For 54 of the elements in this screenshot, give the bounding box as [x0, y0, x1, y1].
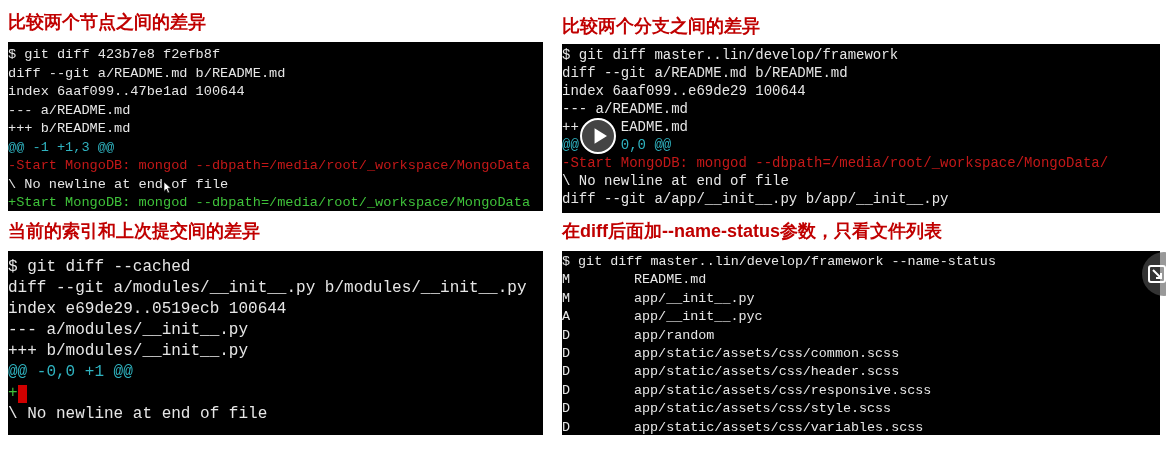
- terminal-line: -Start MongoDB: mongod --dbpath=/media/root/_workspace/MongoData/: [562, 154, 1109, 172]
- file-path: app/__init__.py: [634, 289, 755, 308]
- terminal-line: diff --git a/README.md b/README.md: [8, 64, 286, 83]
- file-status: D: [562, 381, 572, 400]
- file-status: D: [562, 345, 572, 364]
- file-path: app/static/assets/css/header.scss: [634, 363, 900, 382]
- terminal-line: $ git diff 423b7e8 f2efb8f: [8, 46, 221, 64]
- terminal-line: $ git diff master..lin/develop/framework: [562, 46, 899, 64]
- terminal-line: index 6aaf099..47be1ad 100644: [8, 83, 245, 101]
- file-status: M: [562, 271, 572, 290]
- file-path: README.md: [634, 271, 707, 290]
- terminal-line-fragment: 0,0 @@: [620, 136, 672, 154]
- terminal-line: -Start MongoDB: mongod --dbpath=/media/root/_workspace/MongoData: [8, 157, 531, 175]
- file-path: app/static/assets/css/responsive.scss: [634, 381, 932, 400]
- file-path: app/static/assets/css/style.scss: [634, 400, 892, 419]
- section-title: 比较两个节点之间的差异: [8, 11, 207, 34]
- file-status: A: [562, 308, 572, 327]
- terminal-line: index 6aaf099..e69de29 100644: [562, 82, 806, 100]
- terminal-line: +: [8, 383, 18, 404]
- file-status: D: [562, 363, 572, 382]
- play-button[interactable]: [580, 118, 616, 154]
- file-status: D: [562, 326, 572, 345]
- terminal-line: --- a/README.md: [562, 100, 689, 118]
- file-path: app/__init__.pyc: [634, 308, 763, 327]
- terminal-line-fragment: EADME.md: [620, 118, 689, 136]
- terminal-line: diff --git a/README.md b/README.md: [562, 64, 848, 82]
- terminal-line: diff --git a/app/__init__.py b/app/__init__.py: [562, 190, 949, 208]
- terminal-line: \ No newline at end of file: [8, 175, 229, 194]
- terminal-line: \ No newline at end of file: [8, 404, 268, 425]
- terminal-line: @@ -1 +1,3 @@: [8, 138, 115, 157]
- file-path: app/static/assets/css/variables.scss: [634, 418, 924, 435]
- terminal-line: \ No newline at end of file: [562, 172, 789, 190]
- terminal-line: --- a/modules/__init__.py: [8, 320, 249, 341]
- file-path: app/random: [634, 326, 715, 345]
- terminal-line: diff --git a/modules/__init__.py b/modules/__init__.py: [8, 278, 527, 299]
- file-path: app/static/assets/css/common.scss: [634, 345, 900, 364]
- terminal-line: +++ b/README.md: [8, 120, 131, 138]
- expand-icon: [1148, 265, 1166, 283]
- play-icon: [592, 128, 607, 144]
- terminal-line: @@: [562, 136, 579, 154]
- file-status: M: [562, 289, 572, 308]
- section-title: 在diff后面加--name-status参数，只看文件列表: [562, 220, 943, 243]
- terminal-line: @@ -0,0 +1 @@: [8, 362, 133, 383]
- terminal-line: index e69de29..0519ecb 100644: [8, 299, 287, 320]
- file-status: D: [562, 418, 572, 435]
- terminal-line: +Start MongoDB: mongod --dbpath=/media/root/_workspace/MongoData: [8, 194, 531, 211]
- terminal-line: --- a/README.md: [8, 101, 131, 120]
- terminal-line: $ git diff master..lin/develop/framework --name-status: [562, 253, 996, 271]
- section-title: 比较两个分支之间的差异: [562, 15, 761, 38]
- section-title: 当前的索引和上次提交间的差异: [8, 220, 261, 243]
- terminal-line: $ git diff --cached: [8, 257, 191, 278]
- file-status: D: [562, 400, 572, 419]
- terminal-line: +++ b/modules/__init__.py: [8, 341, 249, 362]
- terminal-line: ++: [562, 118, 579, 136]
